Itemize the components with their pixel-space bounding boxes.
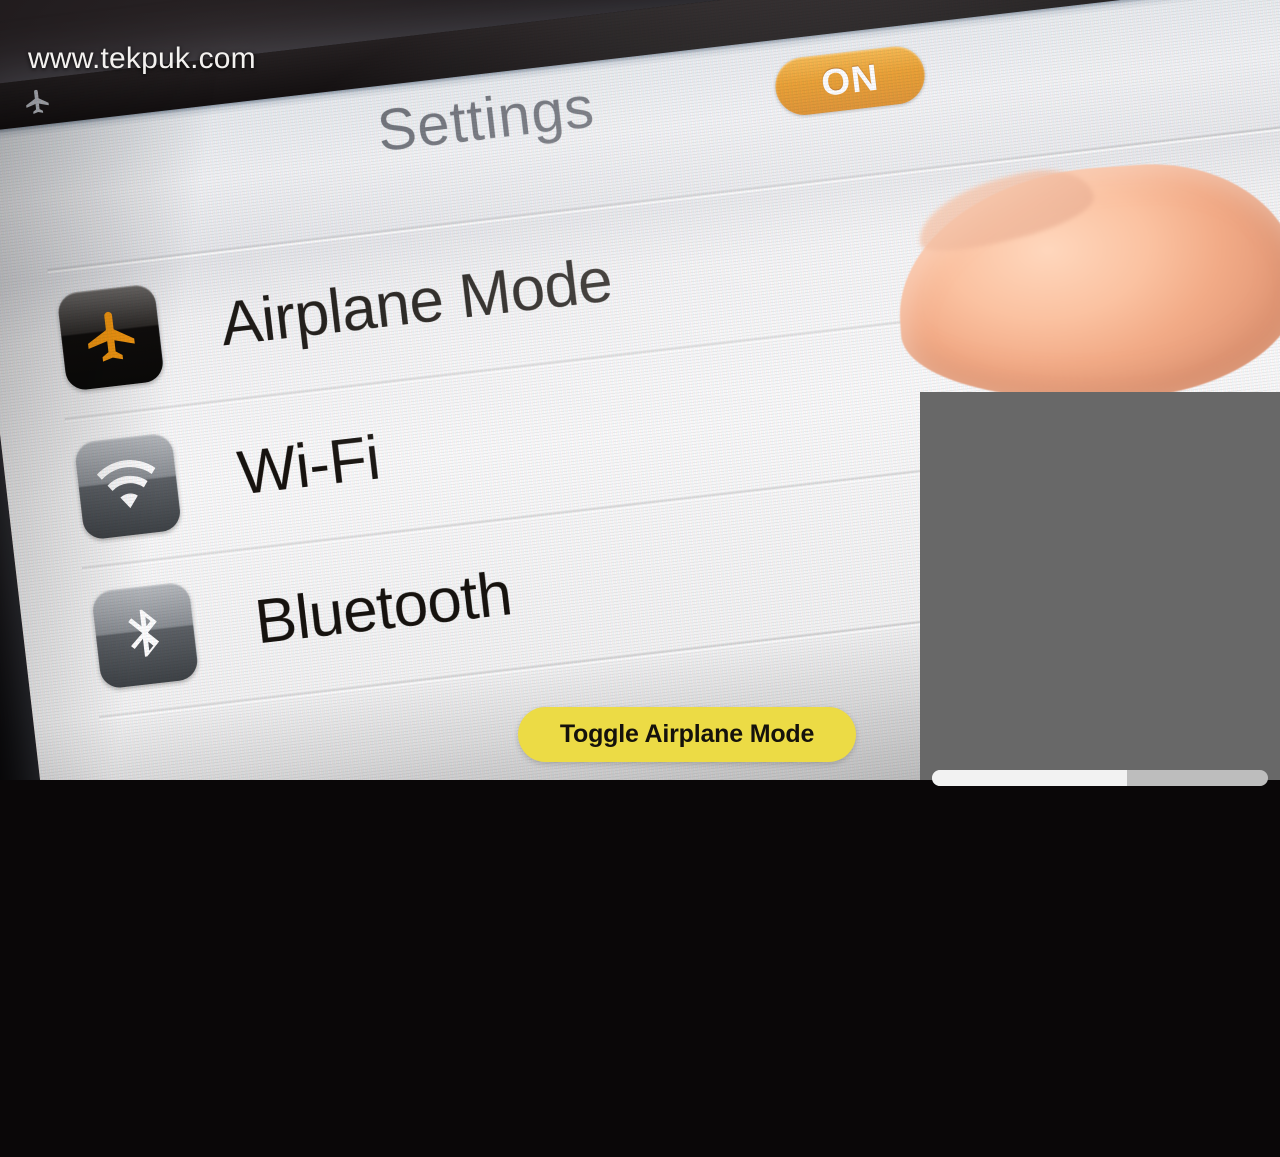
callout-badge: Toggle Airplane Mode (518, 707, 856, 762)
site-watermark: www.tekpuk.com (28, 42, 256, 75)
airplane-mode-toggle[interactable]: ON (772, 43, 928, 119)
brightness-slider-fill (932, 770, 1127, 786)
brightness-slider[interactable] (932, 770, 1268, 786)
settings-row-label: Wi-Fi (234, 423, 384, 509)
toggle-state-label: ON (819, 56, 881, 104)
settings-row-label: Airplane Mode (217, 245, 616, 360)
callout-label: Toggle Airplane Mode (559, 720, 815, 748)
bluetooth-icon (90, 581, 200, 690)
airplane-icon (26, 89, 49, 114)
quick-settings-scrim: JioKuldeep.4GFlashlightMuteScreenshotBlu… (920, 392, 1280, 780)
wifi-icon (73, 432, 183, 541)
settings-row-label: Bluetooth (251, 559, 516, 658)
page-title: Settings (374, 74, 598, 165)
airplane-icon (56, 283, 165, 392)
